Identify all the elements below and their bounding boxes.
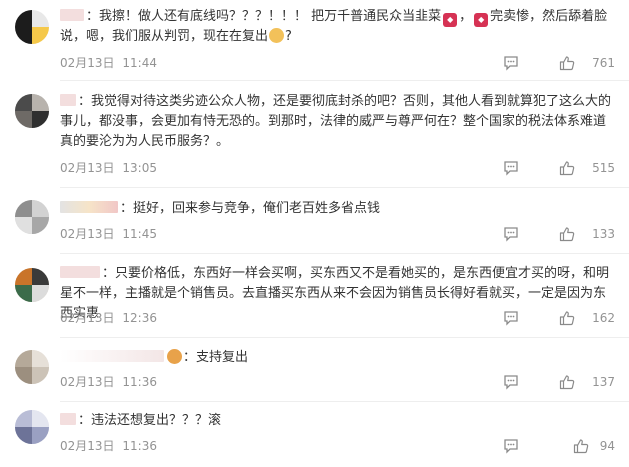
avatar[interactable] [15,350,49,384]
comment-time: 11:44 [122,56,157,70]
comment-meta: 02月13日 11:44 761 [60,55,615,71]
comment-meta: 02月13日 11:36 94 [60,438,615,454]
divider [60,187,629,188]
like-count: 162 [592,311,615,325]
like-count: 515 [592,161,615,175]
comment-meta: 02月13日 13:05 515 [60,160,615,176]
thumbs-up-icon[interactable] [559,374,575,390]
username[interactable] [60,413,76,425]
username[interactable] [60,350,164,362]
weibo-tag-icon: ◆ [443,13,458,27]
comment-text: ：挺好，回来参与竞争，俺们老百姓多省点钱 [60,199,615,219]
divider [60,337,629,338]
like-count: 137 [592,375,615,389]
comment-date: 02月13日 [60,227,115,241]
comment-date: 02月13日 [60,161,115,175]
username[interactable] [60,94,76,106]
comment-meta: 02月13日 12:36 162 [60,310,615,326]
comment-time: 13:05 [122,161,157,175]
comment-body: 我擦！做人还有底线吗？？？！！！ 把万千普通民众当韭菜 [99,9,442,24]
reply-icon[interactable] [503,310,519,326]
comment-text: ：违法还想复出？？？滚 [60,411,615,431]
divider [60,80,629,81]
dog-face-emoji-icon [269,28,285,43]
reply-icon[interactable] [503,374,519,390]
weibo-tag-icon: ◆ [474,13,489,27]
comment-body: 挺好，回来参与竞争，俺们老百姓多省点钱 [133,201,381,216]
comment-date: 02月13日 [60,439,115,453]
thumbs-up-icon[interactable] [559,226,575,242]
comment-body: 违法还想复出？？？滚 [91,413,222,428]
comment-text: ：支持复出 [60,348,615,368]
comment-text: ：我觉得对待这类劣迹公众人物，还是要彻底封杀的吧？否则，其他人看到就算犯了这么大… [60,94,612,149]
comment-time: 11:45 [122,227,157,241]
like-count: 761 [592,56,615,70]
dog-face-emoji-icon [167,349,182,364]
username[interactable] [60,266,100,278]
comment-date: 02月13日 [60,375,115,389]
comment-meta: 02月13日 11:36 137 [60,374,615,390]
username[interactable] [60,201,118,213]
comment-body: 我觉得对待这类劣迹公众人物，还是要彻底封杀的吧？否则，其他人看到就算犯了这么大的… [60,94,612,149]
thumbs-up-icon[interactable] [559,55,575,71]
reply-icon[interactable] [503,55,519,71]
avatar[interactable] [15,200,49,234]
avatar[interactable] [15,10,49,44]
comment-time: 11:36 [122,439,157,453]
comment-date: 02月13日 [60,311,115,325]
divider [60,253,629,254]
reply-icon[interactable] [503,438,519,454]
reply-icon[interactable] [503,160,519,176]
avatar[interactable] [15,410,49,444]
username[interactable] [60,9,84,21]
like-count: 94 [599,439,615,453]
avatar[interactable] [15,268,49,302]
comment-time: 11:36 [122,375,157,389]
thumbs-up-icon[interactable] [559,160,575,176]
comment-body: ? [285,29,292,44]
thumbs-up-icon[interactable] [559,310,575,326]
comment-text: ：我擦！做人还有底线吗？？？！！！ 把万千普通民众当韭菜 ◆， ◆ 完卖惨，然后舔着脸… [60,9,608,44]
comment-meta: 02月13日 11:45 133 [60,226,615,242]
thumbs-up-icon[interactable] [573,438,589,454]
divider [60,401,629,402]
comment-time: 12:36 [122,311,157,325]
reply-icon[interactable] [503,226,519,242]
comment-date: 02月13日 [60,56,115,70]
comment-body: 支持复出 [196,350,249,365]
like-count: 133 [592,227,615,241]
avatar[interactable] [15,94,49,128]
